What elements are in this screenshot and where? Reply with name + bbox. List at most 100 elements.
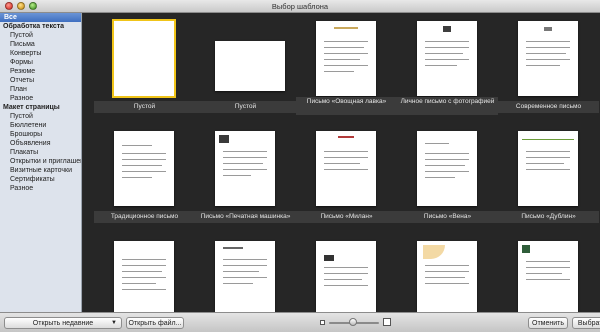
- text-line: [425, 265, 469, 266]
- category-sidebar: Все Обработка текста Пустой Письма Конве…: [0, 13, 82, 312]
- slider-knob[interactable]: [349, 318, 357, 326]
- template-thumbnail[interactable]: [417, 241, 477, 312]
- sidebar-item-brochures[interactable]: Брошюры: [0, 130, 81, 139]
- template-thumbnail[interactable]: [215, 131, 275, 206]
- sidebar-item-flyers[interactable]: Объявления: [0, 139, 81, 148]
- text-line: [526, 157, 570, 158]
- text-line: [324, 267, 368, 268]
- sidebar-item-layout-misc[interactable]: Разное: [0, 184, 81, 193]
- sidebar-heading-page-layout[interactable]: Макет страницы: [0, 103, 81, 112]
- template-thumbnail[interactable]: [112, 19, 176, 98]
- text-line: [223, 169, 267, 170]
- template-thumbnail[interactable]: [518, 241, 578, 312]
- text-line: [526, 273, 562, 274]
- template-tile[interactable]: Пустой: [94, 13, 195, 118]
- cancel-button[interactable]: Отменить: [528, 317, 568, 329]
- template-tile[interactable]: Письмо «Овощная лавка»: [296, 13, 397, 118]
- text-line: [425, 277, 465, 278]
- template-thumbnail[interactable]: [417, 131, 477, 206]
- template-label: Пустой: [94, 101, 195, 113]
- open-recent-dropdown[interactable]: Открыть недавние ▼: [4, 317, 122, 329]
- template-tile[interactable]: [296, 233, 397, 312]
- sidebar-item-layout-blank[interactable]: Пустой: [0, 112, 81, 121]
- text-line: [324, 59, 360, 60]
- text-line: [425, 271, 469, 272]
- sidebar-item-certificates[interactable]: Сертификаты: [0, 175, 81, 184]
- text-line: [223, 151, 267, 152]
- template-tile[interactable]: Письмо «Милан»: [296, 123, 397, 228]
- template-tile[interactable]: Личное письмо с фотографией: [397, 13, 498, 118]
- template-tile[interactable]: [94, 233, 195, 312]
- text-line: [425, 47, 469, 48]
- template-tile[interactable]: Письмо «Дублин»: [498, 123, 599, 228]
- template-tile[interactable]: [498, 233, 599, 312]
- sidebar-item-misc[interactable]: Разное: [0, 94, 81, 103]
- sidebar-item-resumes[interactable]: Резюме: [0, 67, 81, 76]
- template-thumbnail[interactable]: [114, 131, 174, 206]
- text-line: [425, 153, 469, 154]
- text-line: [223, 271, 259, 272]
- template-tile[interactable]: [397, 233, 498, 312]
- text-line: [122, 277, 166, 278]
- thumbnail-size-small-icon[interactable]: [320, 320, 325, 325]
- thumbnail-size-large-icon[interactable]: [383, 318, 391, 326]
- sidebar-item-blank[interactable]: Пустой: [0, 31, 81, 40]
- open-file-button[interactable]: Открыть файл...: [126, 317, 184, 329]
- sidebar-item-posters[interactable]: Плакаты: [0, 148, 81, 157]
- sidebar-item-outline[interactable]: План: [0, 85, 81, 94]
- text-line: [425, 143, 449, 144]
- sidebar-item-letters[interactable]: Письма: [0, 40, 81, 49]
- template-label: Письмо «Печатная машинка»: [195, 211, 296, 223]
- letterhead-mark: [338, 136, 354, 138]
- template-tile[interactable]: [195, 233, 296, 312]
- open-recent-label: Открыть недавние: [32, 320, 94, 327]
- sidebar-item-envelopes[interactable]: Конверты: [0, 49, 81, 58]
- template-label: Пустой: [195, 101, 296, 113]
- text-line: [324, 151, 368, 152]
- sidebar-item-all[interactable]: Все: [0, 13, 81, 22]
- text-line: [324, 41, 368, 42]
- text-line: [324, 169, 368, 170]
- template-thumbnail[interactable]: [316, 241, 376, 312]
- text-line: [526, 151, 570, 152]
- sidebar-item-business-cards[interactable]: Визитные карточки: [0, 166, 81, 175]
- choose-button[interactable]: Выбрать: [572, 317, 600, 329]
- sidebar-item-cards-invitations[interactable]: Открытки и приглашения: [0, 157, 81, 166]
- template-thumbnail[interactable]: [316, 131, 376, 206]
- sidebar-item-reports[interactable]: Отчеты: [0, 76, 81, 85]
- template-tile[interactable]: Письмо «Печатная машинка»: [195, 123, 296, 228]
- template-tile[interactable]: Пустой: [195, 13, 296, 118]
- text-line: [425, 171, 469, 172]
- dropdown-arrow-icon: ▼: [111, 320, 117, 326]
- text-line: [526, 163, 564, 164]
- sidebar-item-newsletters[interactable]: Бюллетени: [0, 121, 81, 130]
- text-line: [324, 285, 368, 286]
- photo-mark: [443, 26, 451, 32]
- text-line: [122, 171, 166, 172]
- sidebar-item-forms[interactable]: Формы: [0, 58, 81, 67]
- text-line: [425, 53, 463, 54]
- template-thumbnail[interactable]: [114, 241, 174, 312]
- text-line: [425, 159, 469, 160]
- template-label: Современное письмо: [498, 101, 599, 113]
- template-thumbnail[interactable]: [417, 21, 477, 96]
- template-thumbnail[interactable]: [215, 41, 285, 91]
- template-thumbnail[interactable]: [518, 131, 578, 206]
- text-line: [324, 65, 368, 66]
- template-label: Личное письмо с фотографией: [397, 97, 498, 115]
- template-tile[interactable]: Традиционное письмо: [94, 123, 195, 228]
- template-thumbnail[interactable]: [215, 241, 275, 312]
- text-line: [122, 165, 162, 166]
- template-tile[interactable]: Современное письмо: [498, 13, 599, 118]
- text-line: [425, 59, 469, 60]
- text-line: [526, 59, 570, 60]
- template-thumbnail[interactable]: [518, 21, 578, 96]
- bottom-toolbar: Открыть недавние ▼ Открыть файл... Отмен…: [0, 312, 600, 332]
- template-tile[interactable]: Письмо «Вена»: [397, 123, 498, 228]
- text-line: [223, 259, 267, 260]
- template-thumbnail[interactable]: [316, 21, 376, 96]
- text-line: [324, 157, 368, 158]
- logo-mark: [522, 245, 530, 253]
- text-line: [526, 41, 570, 42]
- sidebar-heading-word-processing[interactable]: Обработка текста: [0, 22, 81, 31]
